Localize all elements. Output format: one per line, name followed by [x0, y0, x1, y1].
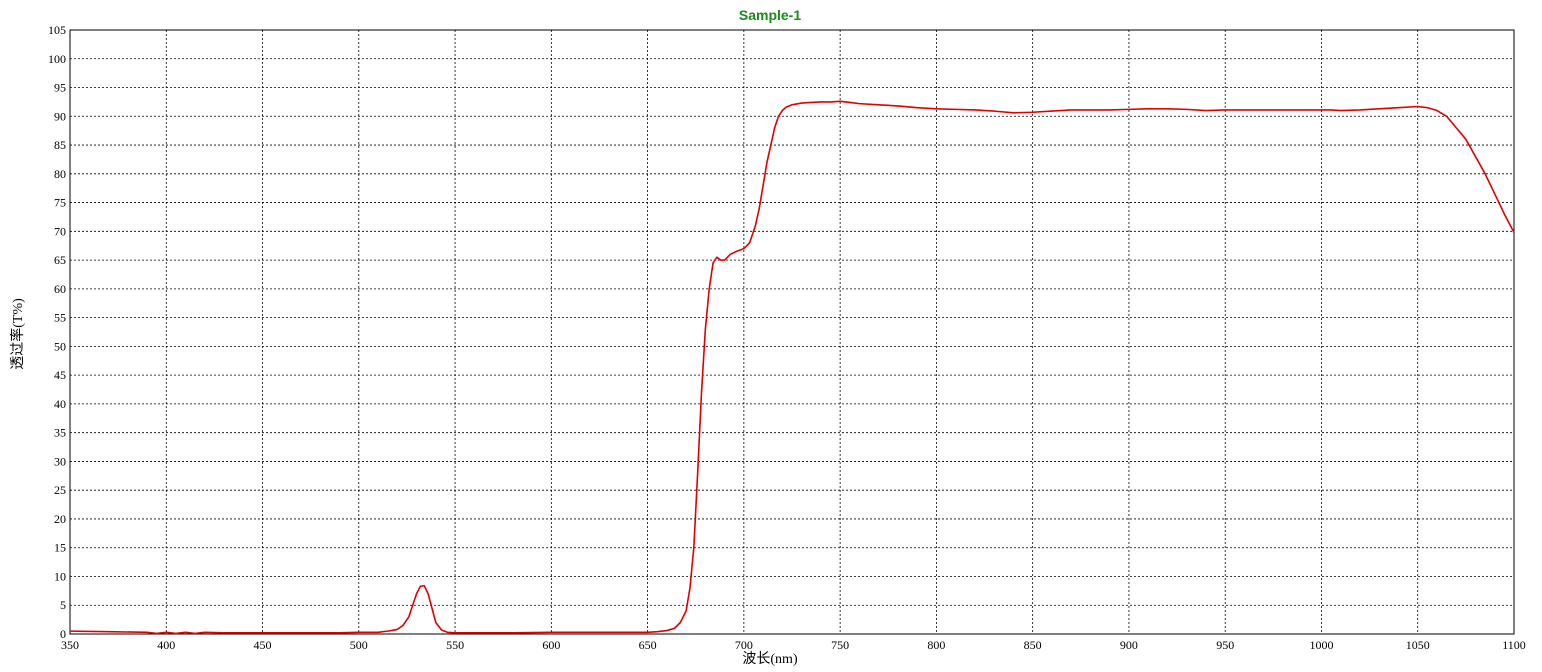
x-tick-label-1050: 1050	[1406, 638, 1430, 652]
chart-container: 350 400 450 500 550 600 650 700 750 800 850 900 950 1…	[0, 0, 1542, 672]
y-tick-label-10: 10	[54, 569, 66, 583]
y-tick-label-20: 20	[54, 512, 66, 526]
y-tick-label-45: 45	[54, 368, 66, 382]
x-tick-label-950: 950	[1216, 638, 1234, 652]
plot-frame	[69, 29, 1515, 635]
y-tick-label-100: 100	[48, 52, 66, 66]
y-tick-label-55: 55	[54, 311, 66, 325]
x-tick-label-850: 850	[1024, 638, 1042, 652]
x-tick-label-750: 750	[831, 638, 849, 652]
y-tick-label-15: 15	[54, 541, 66, 555]
y-tick-label-5: 5	[60, 598, 66, 612]
chart-title: Sample-1	[739, 7, 801, 23]
y-tick-label-50: 50	[54, 339, 66, 353]
y-tick-label-25: 25	[54, 483, 66, 497]
x-tick-label-1000: 1000	[1309, 638, 1333, 652]
y-tick-label-35: 35	[54, 426, 66, 440]
x-tick-label-800: 800	[927, 638, 945, 652]
x-tick-label-400: 400	[157, 638, 175, 652]
tick-labels-layer: 350 400 450 500 550 600 650 700 750 800 850 900 950 1…	[48, 23, 1526, 652]
axis-layer	[69, 29, 1515, 635]
y-tick-label-60: 60	[54, 282, 66, 296]
y-tick-label-90: 90	[54, 109, 66, 123]
x-axis-label: 波长(nm)	[742, 651, 798, 667]
grid-layer	[70, 30, 1514, 634]
y-tick-label-70: 70	[54, 224, 66, 238]
x-tick-label-500: 500	[350, 638, 368, 652]
x-tick-label-700: 700	[735, 638, 753, 652]
y-tick-label-105: 105	[48, 23, 66, 37]
y-tick-label-95: 95	[54, 81, 66, 95]
y-axis-label: 透过率(T%)	[9, 298, 26, 370]
x-tick-label-900: 900	[1120, 638, 1138, 652]
x-tick-label-450: 450	[254, 638, 272, 652]
series-layer	[69, 100, 1515, 635]
x-tick-label-650: 650	[639, 638, 657, 652]
y-tick-label-85: 85	[54, 138, 66, 152]
y-tick-label-0: 0	[60, 627, 66, 641]
x-tick-label-1100: 1100	[1502, 638, 1526, 652]
y-tick-label-75: 75	[54, 196, 66, 210]
series-line-0	[69, 100, 1515, 635]
x-tick-label-550: 550	[446, 638, 464, 652]
x-tick-label-600: 600	[542, 638, 560, 652]
y-tick-label-40: 40	[54, 397, 66, 411]
transmittance-chart: 350 400 450 500 550 600 650 700 750 800 850 900 950 1…	[9, 7, 1526, 667]
y-tick-label-65: 65	[54, 253, 66, 267]
y-tick-label-30: 30	[54, 454, 66, 468]
y-tick-label-80: 80	[54, 167, 66, 181]
